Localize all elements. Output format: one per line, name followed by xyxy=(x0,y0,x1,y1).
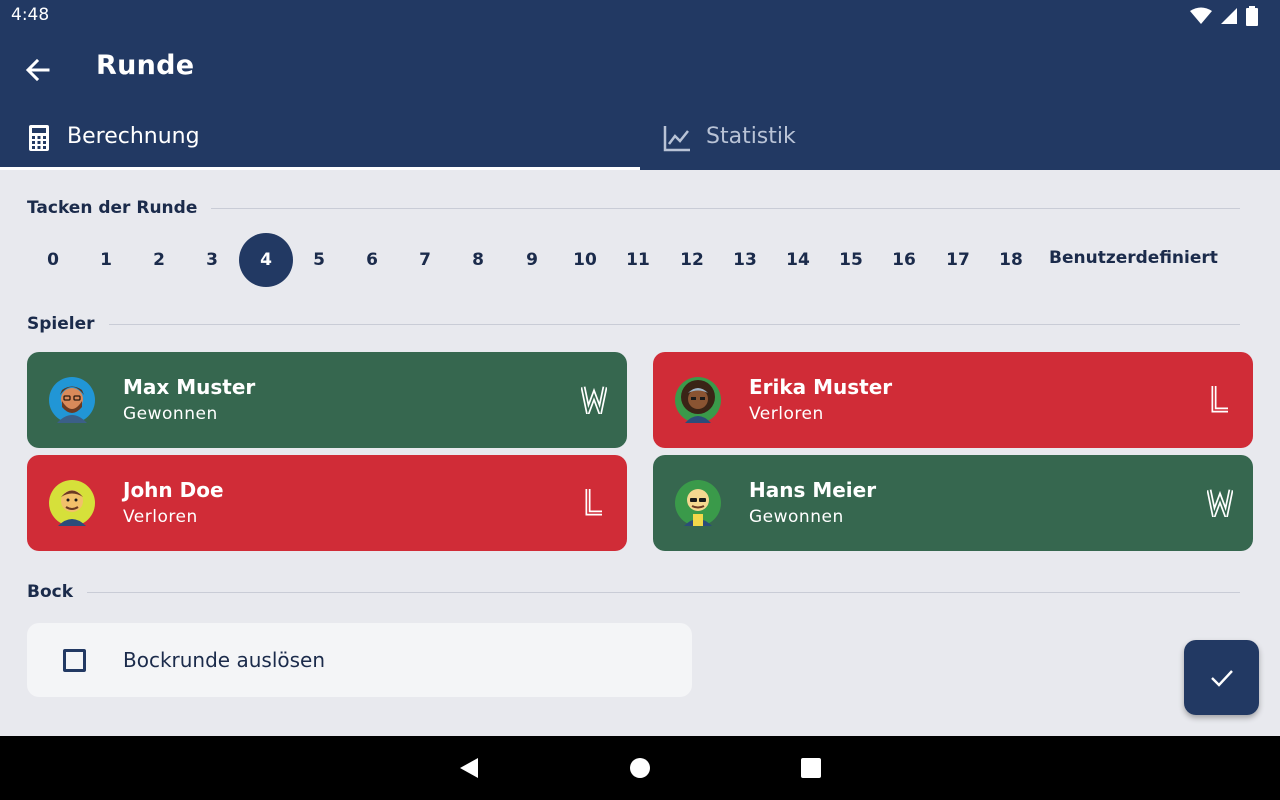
section-title: Spieler xyxy=(27,314,95,334)
arrow-left-icon[interactable] xyxy=(22,54,54,86)
tacken-option-6[interactable]: 6 xyxy=(345,233,399,287)
app-bar: Runde xyxy=(0,32,1280,108)
tacken-option-3[interactable]: 3 xyxy=(185,233,239,287)
tacken-option-0[interactable]: 0 xyxy=(26,233,80,287)
player-card-hans-meier[interactable]: Hans Meier Gewonnen xyxy=(653,455,1253,551)
section-header-tacken: Tacken der Runde xyxy=(27,196,1240,220)
section-title: Bock xyxy=(27,582,74,602)
avatar xyxy=(675,377,721,423)
player-name: John Doe xyxy=(123,478,224,502)
status-bar: 4:48 xyxy=(0,0,1280,32)
bockrunde-checkbox[interactable] xyxy=(63,649,86,672)
player-name: Erika Muster xyxy=(749,375,893,399)
avatar xyxy=(675,480,721,526)
tacken-option-15[interactable]: 15 xyxy=(824,233,878,287)
section-title: Tacken der Runde xyxy=(27,198,198,218)
player-status: Verloren xyxy=(749,404,824,424)
loss-badge-icon xyxy=(1211,386,1228,413)
player-status: Verloren xyxy=(123,507,198,527)
tacken-option-11[interactable]: 11 xyxy=(611,233,665,287)
win-badge-icon xyxy=(581,386,607,414)
player-card-erika-muster[interactable]: Erika Muster Verloren xyxy=(653,352,1253,448)
confirm-button[interactable] xyxy=(1184,640,1259,715)
win-badge-icon xyxy=(1207,489,1233,517)
page-title: Runde xyxy=(96,50,195,81)
section-header-spieler: Spieler xyxy=(27,312,1240,336)
divider xyxy=(87,591,1240,593)
tab-berechnung[interactable]: Berechnung xyxy=(0,108,640,170)
calculator-icon xyxy=(29,125,49,151)
player-status: Gewonnen xyxy=(123,404,218,424)
loss-badge-icon xyxy=(585,489,602,516)
battery-icon xyxy=(1246,6,1258,26)
tacken-option-5[interactable]: 5 xyxy=(292,233,346,287)
signal-icon xyxy=(1221,8,1237,24)
player-card-john-doe[interactable]: John Doe Verloren xyxy=(27,455,627,551)
tab-label: Statistik xyxy=(706,124,796,149)
tacken-option-14[interactable]: 14 xyxy=(771,233,825,287)
player-card-max-muster[interactable]: Max Muster Gewonnen xyxy=(27,352,627,448)
tacken-selector: 0 1 2 3 4 5 6 7 8 9 10 11 12 13 14 15 16… xyxy=(0,233,1280,287)
recents-nav-icon[interactable] xyxy=(799,756,823,780)
divider xyxy=(108,323,1240,325)
system-nav-bar xyxy=(0,736,1280,800)
check-icon xyxy=(1211,670,1233,687)
avatar xyxy=(49,377,95,423)
tacken-option-18[interactable]: 18 xyxy=(984,233,1038,287)
bockrunde-option[interactable]: Bockrunde auslösen xyxy=(27,623,692,697)
wifi-icon xyxy=(1190,7,1212,24)
tacken-option-16[interactable]: 16 xyxy=(877,233,931,287)
divider xyxy=(211,207,1240,209)
tacken-option-9[interactable]: 9 xyxy=(505,233,559,287)
tab-bar: Berechnung Statistik xyxy=(0,108,1280,170)
player-status: Gewonnen xyxy=(749,507,844,527)
tab-indicator xyxy=(0,167,640,170)
avatar xyxy=(49,480,95,526)
tacken-option-17[interactable]: 17 xyxy=(931,233,985,287)
line-chart-icon xyxy=(663,126,690,152)
tacken-option-12[interactable]: 12 xyxy=(665,233,719,287)
player-name: Max Muster xyxy=(123,375,256,399)
section-header-bock: Bock xyxy=(27,580,1240,604)
bockrunde-label: Bockrunde auslösen xyxy=(123,648,326,672)
status-icons xyxy=(1190,6,1258,26)
tacken-option-4[interactable]: 4 xyxy=(239,233,293,287)
tacken-option-13[interactable]: 13 xyxy=(718,233,772,287)
tacken-option-1[interactable]: 1 xyxy=(79,233,133,287)
tab-statistik[interactable]: Statistik xyxy=(640,108,1280,170)
tacken-option-10[interactable]: 10 xyxy=(558,233,612,287)
tacken-option-8[interactable]: 8 xyxy=(451,233,505,287)
tacken-option-custom[interactable]: Benutzerdefiniert xyxy=(1049,248,1218,268)
tacken-option-7[interactable]: 7 xyxy=(398,233,452,287)
tacken-option-2[interactable]: 2 xyxy=(132,233,186,287)
status-time: 4:48 xyxy=(11,5,50,25)
back-nav-icon[interactable] xyxy=(456,756,480,780)
tab-label: Berechnung xyxy=(67,124,200,149)
player-name: Hans Meier xyxy=(749,478,877,502)
home-nav-icon[interactable] xyxy=(628,756,652,780)
